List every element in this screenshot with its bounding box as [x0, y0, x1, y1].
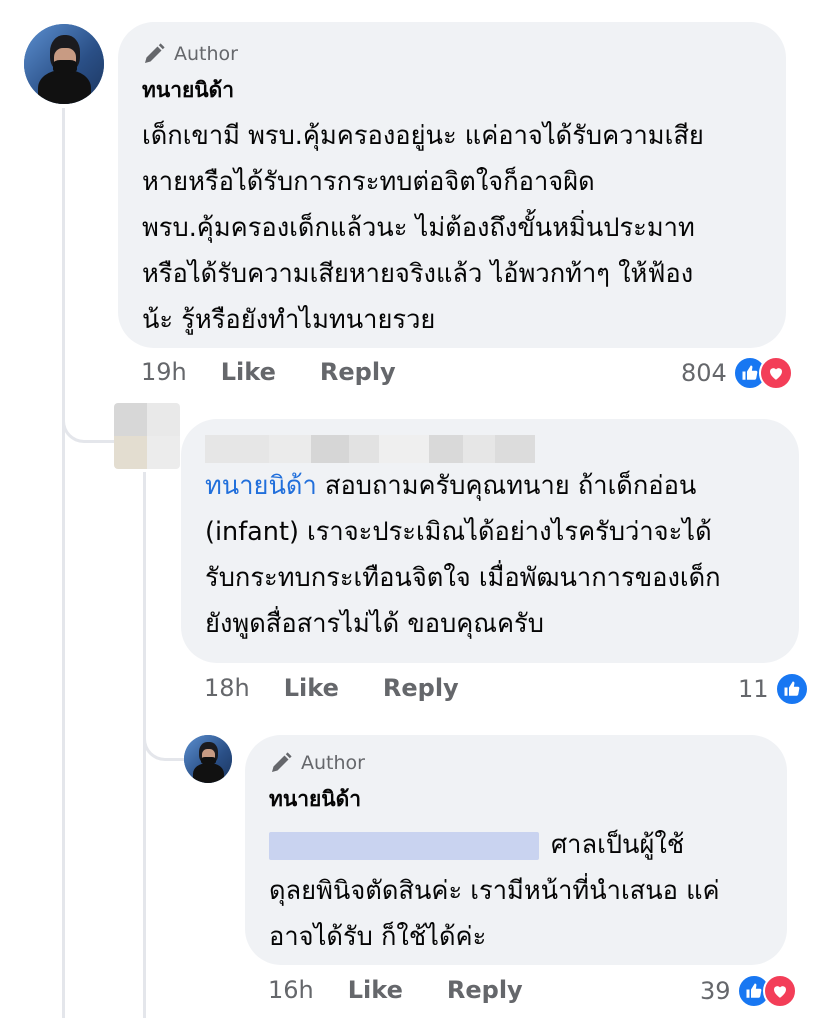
comment-bubble: Author ทนายนิด้า ศาลเป็นผู้ใช้ ดุลยพินิจ…	[245, 735, 787, 965]
thread-connector	[62, 400, 117, 443]
reaction-summary[interactable]: 11	[738, 672, 809, 706]
timestamp[interactable]: 18h	[204, 674, 250, 702]
comment-bubble: Author ทนายนิด้า เด็กเขามี พรบ.คุ้มครองอ…	[118, 22, 786, 348]
mention-link[interactable]: ทนายนิด้า	[205, 471, 317, 501]
author-badge-label: Author	[174, 43, 238, 65]
pen-icon	[145, 43, 165, 63]
reply-button[interactable]: Reply	[447, 976, 523, 1004]
timestamp[interactable]: 19h	[141, 358, 187, 386]
reaction-summary[interactable]: 39	[700, 974, 797, 1008]
love-icon	[762, 974, 797, 1008]
comment-text: ทนายนิด้า สอบถามครับคุณทนาย ถ้าเด็กอ่อน …	[205, 463, 775, 647]
author-badge: Author	[142, 42, 760, 66]
reaction-count: 804	[681, 359, 727, 387]
timestamp[interactable]: 16h	[268, 976, 314, 1004]
love-icon	[758, 356, 793, 390]
like-button[interactable]: Like	[284, 674, 339, 702]
author-badge-label: Author	[301, 752, 365, 774]
reaction-summary[interactable]: 804	[681, 356, 793, 390]
commenter-name[interactable]: ทนายนิด้า	[269, 783, 763, 816]
reply-button[interactable]: Reply	[383, 674, 459, 702]
comment-text-rest: ดุลยพินิจตัดสินค่ะ เรามีหน้าที่นำเสนอ แค…	[269, 876, 720, 952]
thread-line	[62, 108, 65, 1018]
comment-meta: 18h Like Reply	[204, 674, 459, 702]
avatar[interactable]	[114, 403, 180, 469]
comment-text-first: ศาลเป็นผู้ใช้	[551, 830, 685, 860]
mention-redacted[interactable]	[269, 832, 539, 860]
comment-text: ศาลเป็นผู้ใช้ ดุลยพินิจตัดสินค่ะ เรามีหน…	[269, 822, 763, 960]
pen-icon	[272, 752, 292, 772]
reaction-count: 11	[738, 675, 769, 703]
avatar[interactable]	[184, 735, 232, 783]
like-button[interactable]: Like	[221, 358, 276, 386]
comment-meta: 19h Like Reply	[141, 358, 396, 386]
author-badge: Author	[269, 751, 763, 775]
thread-connector	[143, 718, 184, 761]
like-button[interactable]: Like	[348, 976, 403, 1004]
reaction-count: 39	[700, 977, 731, 1005]
avatar[interactable]	[24, 24, 104, 104]
reply-button[interactable]: Reply	[320, 358, 396, 386]
comment-meta: 16h Like Reply	[268, 976, 523, 1004]
like-icon	[774, 672, 809, 706]
commenter-name[interactable]: ทนายนิด้า	[142, 74, 760, 107]
commenter-name-redacted[interactable]	[205, 435, 775, 463]
comment-text: เด็กเขามี พรบ.คุ้มครองอยู่นะ แค่อาจได้รั…	[142, 121, 704, 335]
comment-bubble: ทนายนิด้า สอบถามครับคุณทนาย ถ้าเด็กอ่อน …	[181, 419, 799, 663]
